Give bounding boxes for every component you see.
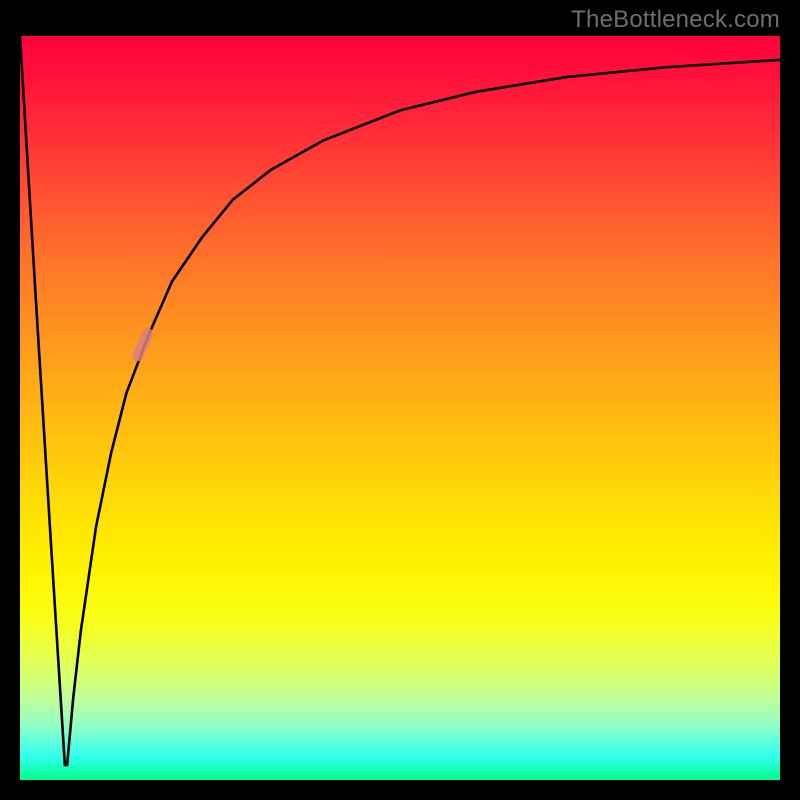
curve-line (20, 36, 780, 765)
highlight-segment (138, 334, 148, 356)
chart-svg (20, 36, 780, 780)
chart-frame: TheBottleneck.com (0, 0, 800, 800)
plot-area (20, 36, 780, 780)
watermark-text: TheBottleneck.com (571, 6, 780, 34)
bottleneck-curve (20, 36, 780, 765)
